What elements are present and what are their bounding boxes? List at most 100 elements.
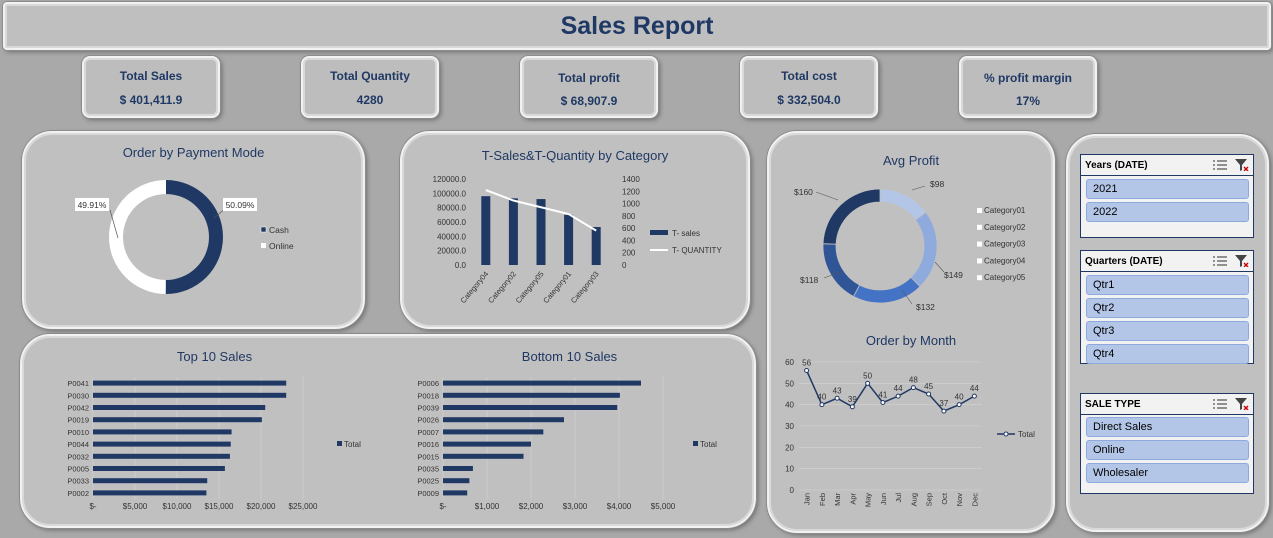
multi-select-icon[interactable] [1213,255,1227,267]
bar-p0030[interactable] [93,392,287,398]
data-point[interactable] [804,368,810,374]
data-label: 40 [955,393,964,402]
bar-p0006[interactable] [443,380,641,386]
x-tick-label: $25,000 [289,502,318,511]
bar-p0041[interactable] [93,380,287,386]
bar-p0032[interactable] [93,453,230,459]
donut-slice-category01[interactable] [879,188,927,221]
y-tick-label: 30 [785,422,794,431]
slicer-item-2022[interactable]: 2022 [1086,202,1249,222]
slicer-title: Quarters (DATE) [1085,255,1163,267]
legend-label: Category03 [984,240,1026,249]
slicer-quarters: Quarters (DATE) Qtr1 Qtr2 Qtr3 Qtr4 [1080,250,1254,364]
data-point[interactable] [956,402,962,408]
legend-marker [1003,431,1009,437]
y-tick-label: P0016 [417,440,439,449]
data-label: 50 [863,371,872,380]
donut-slice-category04[interactable] [822,243,861,298]
bar-p0033[interactable] [93,478,208,484]
bar-p0018[interactable] [443,392,620,398]
donut-slice-cash[interactable] [165,180,223,294]
legend-swatch [977,224,982,230]
legend-label: Category02 [984,223,1026,232]
data-point[interactable] [834,395,840,401]
y-tick-label: P0005 [67,465,89,474]
legend-swatch-cash [260,226,267,233]
x-tick-label: $2,000 [519,502,544,511]
slicer-header: Years (DATE) [1081,155,1253,176]
bar-p0005[interactable] [93,466,225,471]
multi-select-icon[interactable] [1213,159,1227,171]
bar-p0009[interactable] [443,490,468,496]
y-tick-label: 10 [785,465,794,474]
y-tick-label: P0010 [67,428,89,437]
bar-p0015[interactable] [443,453,524,459]
y-tick-label: P0033 [67,477,89,486]
legend-label: Total [1018,430,1035,439]
slicer-item-qtr4[interactable]: Qtr4 [1086,344,1249,364]
data-point[interactable] [819,402,825,408]
bar-p0035[interactable] [443,466,473,471]
multi-select-icon[interactable] [1213,398,1227,410]
y2-tick-label: 800 [622,212,636,221]
x-tick-label: Feb [818,493,827,506]
y-tick-label: P0030 [67,391,89,400]
data-label: $160 [794,187,813,197]
legend-swatch-sales [650,230,668,235]
bar-p0002[interactable] [93,490,207,496]
bar-p0042[interactable] [93,405,266,410]
data-label-cash: 50.09% [226,200,255,210]
data-point[interactable] [895,393,901,399]
bar-sales[interactable] [481,196,491,265]
slicer-item-qtr1[interactable]: Qtr1 [1086,275,1249,295]
leader-line [911,185,926,191]
bar-sales[interactable] [564,214,574,265]
bar-p0044[interactable] [93,441,231,447]
data-label: 44 [970,384,979,393]
bar-sales[interactable] [508,198,518,265]
slicer-item-online[interactable]: Online [1086,440,1249,460]
slicer-item-direct-sales[interactable]: Direct Sales [1086,417,1249,437]
clear-filter-icon[interactable] [1235,255,1249,267]
x-tick-label: $1,000 [475,502,500,511]
data-point[interactable] [880,400,886,406]
bar-p0026[interactable] [443,417,564,423]
legend-swatch-total [337,441,342,446]
donut-slice-category02[interactable] [910,211,938,288]
slicer-item-qtr2[interactable]: Qtr2 [1086,298,1249,318]
y-tick-label: 100000.0 [433,189,467,198]
clear-filter-icon[interactable] [1235,398,1249,410]
bar-p0019[interactable] [93,417,262,423]
x-tick-label: $- [439,502,446,511]
data-point[interactable] [941,408,947,414]
clear-filter-icon[interactable] [1235,159,1249,171]
data-point[interactable] [865,380,871,386]
y-tick-label: P0044 [67,440,89,449]
bar-p0010[interactable] [93,429,232,435]
avg-profit-chart: Category01 Category02 Category03 Category04… [794,179,1026,312]
bar-sales[interactable] [591,227,601,265]
data-label: $118 [800,275,819,285]
data-point[interactable] [910,385,916,391]
slicer-item-wholesaler[interactable]: Wholesaler [1086,463,1249,483]
bar-p0016[interactable] [443,441,531,447]
donut-slice-category03[interactable] [852,276,921,304]
data-point[interactable] [849,404,855,410]
y-tick-label: 50 [785,379,794,388]
bar-p0039[interactable] [443,405,618,410]
slicer-item-qtr3[interactable]: Qtr3 [1086,321,1249,341]
bar-p0007[interactable] [443,429,544,435]
slicer-item-2021[interactable]: 2021 [1086,179,1249,199]
y2-tick-label: 600 [622,224,636,233]
legend-label: Category05 [984,273,1026,282]
leader-line [815,191,839,201]
legend-swatch-total [693,441,698,446]
data-point[interactable] [926,391,932,397]
order-month-chart: 60 50 40 30 20 10 0 56 40 43 39 50 41 44 48 45 37 40 44 J… [785,358,1035,507]
data-point[interactable] [971,393,977,399]
donut-slice-category05[interactable] [822,188,881,245]
y-tick-label: P0019 [67,416,89,425]
bar-p0025[interactable] [443,478,470,484]
data-label: $149 [944,270,963,280]
x-tick-label: Apr [848,492,857,504]
